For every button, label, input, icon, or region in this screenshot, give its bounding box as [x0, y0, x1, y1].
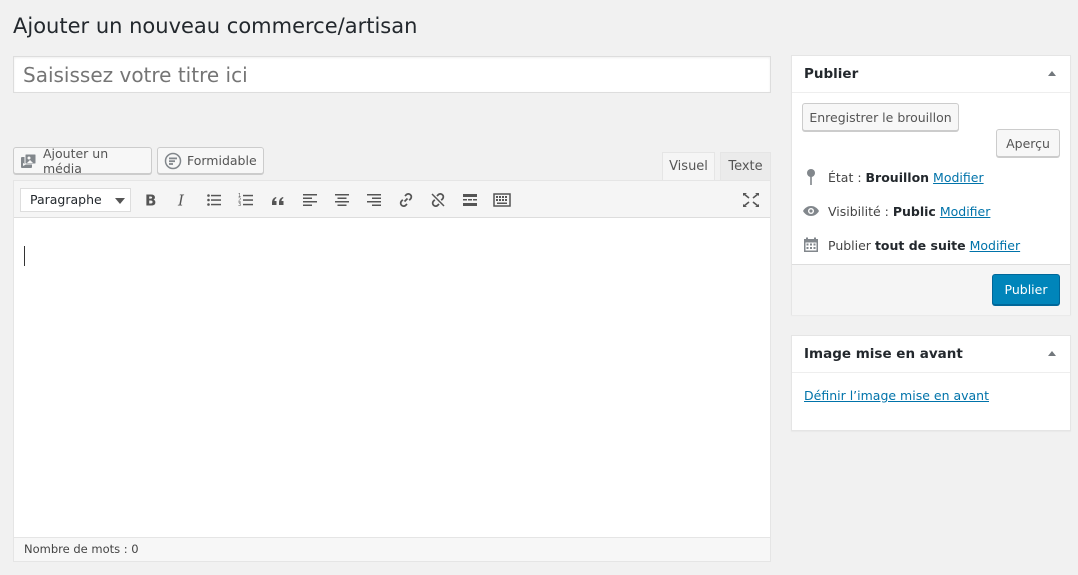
post-status-value: Brouillon — [865, 169, 930, 185]
preview-button[interactable]: Aperçu — [996, 129, 1060, 157]
visibility-value: Public — [892, 203, 936, 219]
formidable-button[interactable]: Formidable — [157, 147, 264, 174]
formidable-label: Formidable — [187, 153, 257, 168]
svg-text:3: 3 — [238, 202, 241, 208]
read-more-icon[interactable] — [460, 190, 480, 210]
editor-content-area[interactable] — [14, 218, 770, 538]
publish-actions: Publier — [792, 264, 1070, 315]
blockquote-icon[interactable] — [268, 190, 288, 210]
link-icon[interactable] — [396, 190, 416, 210]
chevron-down-icon — [115, 198, 125, 204]
visibility-label: Visibilité : — [828, 203, 889, 219]
save-draft-button[interactable]: Enregistrer le brouillon — [802, 103, 959, 131]
toolbar-toggle-icon[interactable] — [492, 190, 512, 210]
svg-text:I: I — [177, 192, 185, 208]
calendar-icon — [802, 236, 820, 254]
format-select-value: Paragraphe — [30, 192, 102, 207]
publish-box-header[interactable]: Publier — [792, 56, 1070, 93]
visibility-row: Visibilité : Public Modifier — [802, 202, 990, 220]
edit-visibility-link[interactable]: Modifier — [940, 204, 991, 219]
eye-icon — [802, 202, 820, 220]
edit-status-link[interactable]: Modifier — [933, 170, 984, 185]
text-cursor — [24, 246, 25, 266]
italic-icon[interactable]: I — [172, 190, 192, 210]
tab-visual[interactable]: Visuel — [662, 152, 715, 181]
align-right-icon[interactable] — [364, 190, 384, 210]
bullet-list-icon[interactable] — [204, 190, 224, 210]
edit-schedule-link[interactable]: Modifier — [970, 238, 1021, 253]
collapse-arrow-icon[interactable] — [1048, 71, 1056, 76]
fullscreen-icon[interactable] — [741, 190, 761, 210]
pin-icon — [802, 168, 820, 186]
schedule-row: Publier tout de suite Modifier — [802, 236, 1020, 254]
content-editor: Paragraphe B I 123 Nombre de mots: 0 — [13, 180, 771, 562]
word-count: Nombre de mots : 0 — [14, 537, 770, 561]
post-status-label: État : — [828, 169, 862, 185]
bold-icon[interactable]: B — [140, 190, 160, 210]
schedule-label: Publier — [828, 237, 871, 253]
featured-image-box: Image mise en avant Définir l’image mise… — [791, 335, 1071, 431]
tab-text[interactable]: Texte — [720, 152, 771, 181]
formidable-icon — [164, 152, 182, 170]
collapse-arrow-icon[interactable] — [1048, 351, 1056, 356]
page-title: Ajouter un nouveau commerce/artisan — [13, 14, 418, 38]
featured-image-title: Image mise en avant — [804, 346, 963, 362]
featured-image-header[interactable]: Image mise en avant — [792, 336, 1070, 373]
publish-box-title: Publier — [804, 66, 859, 82]
schedule-value: tout de suite — [874, 237, 966, 253]
publish-button[interactable]: Publier — [992, 274, 1060, 305]
svg-text:B: B — [145, 192, 156, 208]
add-media-icon — [20, 153, 38, 169]
editor-toolbar: Paragraphe B I 123 — [14, 181, 770, 218]
post-title-input[interactable] — [13, 56, 771, 93]
format-select[interactable]: Paragraphe — [20, 188, 131, 212]
set-featured-image-link[interactable]: Définir l’image mise en avant — [804, 388, 989, 403]
publish-box: Publier Enregistrer le brouillon Aperçu … — [791, 55, 1071, 315]
unlink-icon[interactable] — [428, 190, 448, 210]
numbered-list-icon[interactable]: 123 — [236, 190, 256, 210]
align-left-icon[interactable] — [300, 190, 320, 210]
post-status-row: État : Brouillon Modifier — [802, 168, 984, 186]
align-center-icon[interactable] — [332, 190, 352, 210]
add-media-label: Ajouter un média — [43, 145, 109, 176]
add-media-button[interactable]: Ajouter un média — [13, 145, 152, 176]
